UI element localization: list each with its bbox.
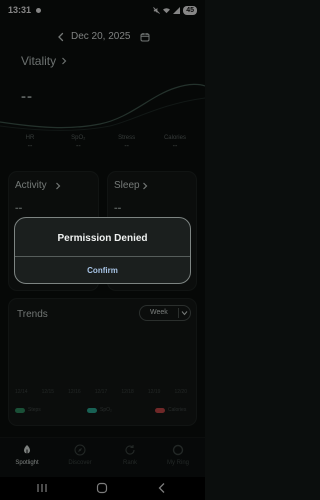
permission-dialog: Permission Denied Confirm (14, 217, 191, 284)
confirm-button[interactable]: Confirm (15, 257, 190, 284)
dialog-title: Permission Denied (57, 233, 148, 244)
